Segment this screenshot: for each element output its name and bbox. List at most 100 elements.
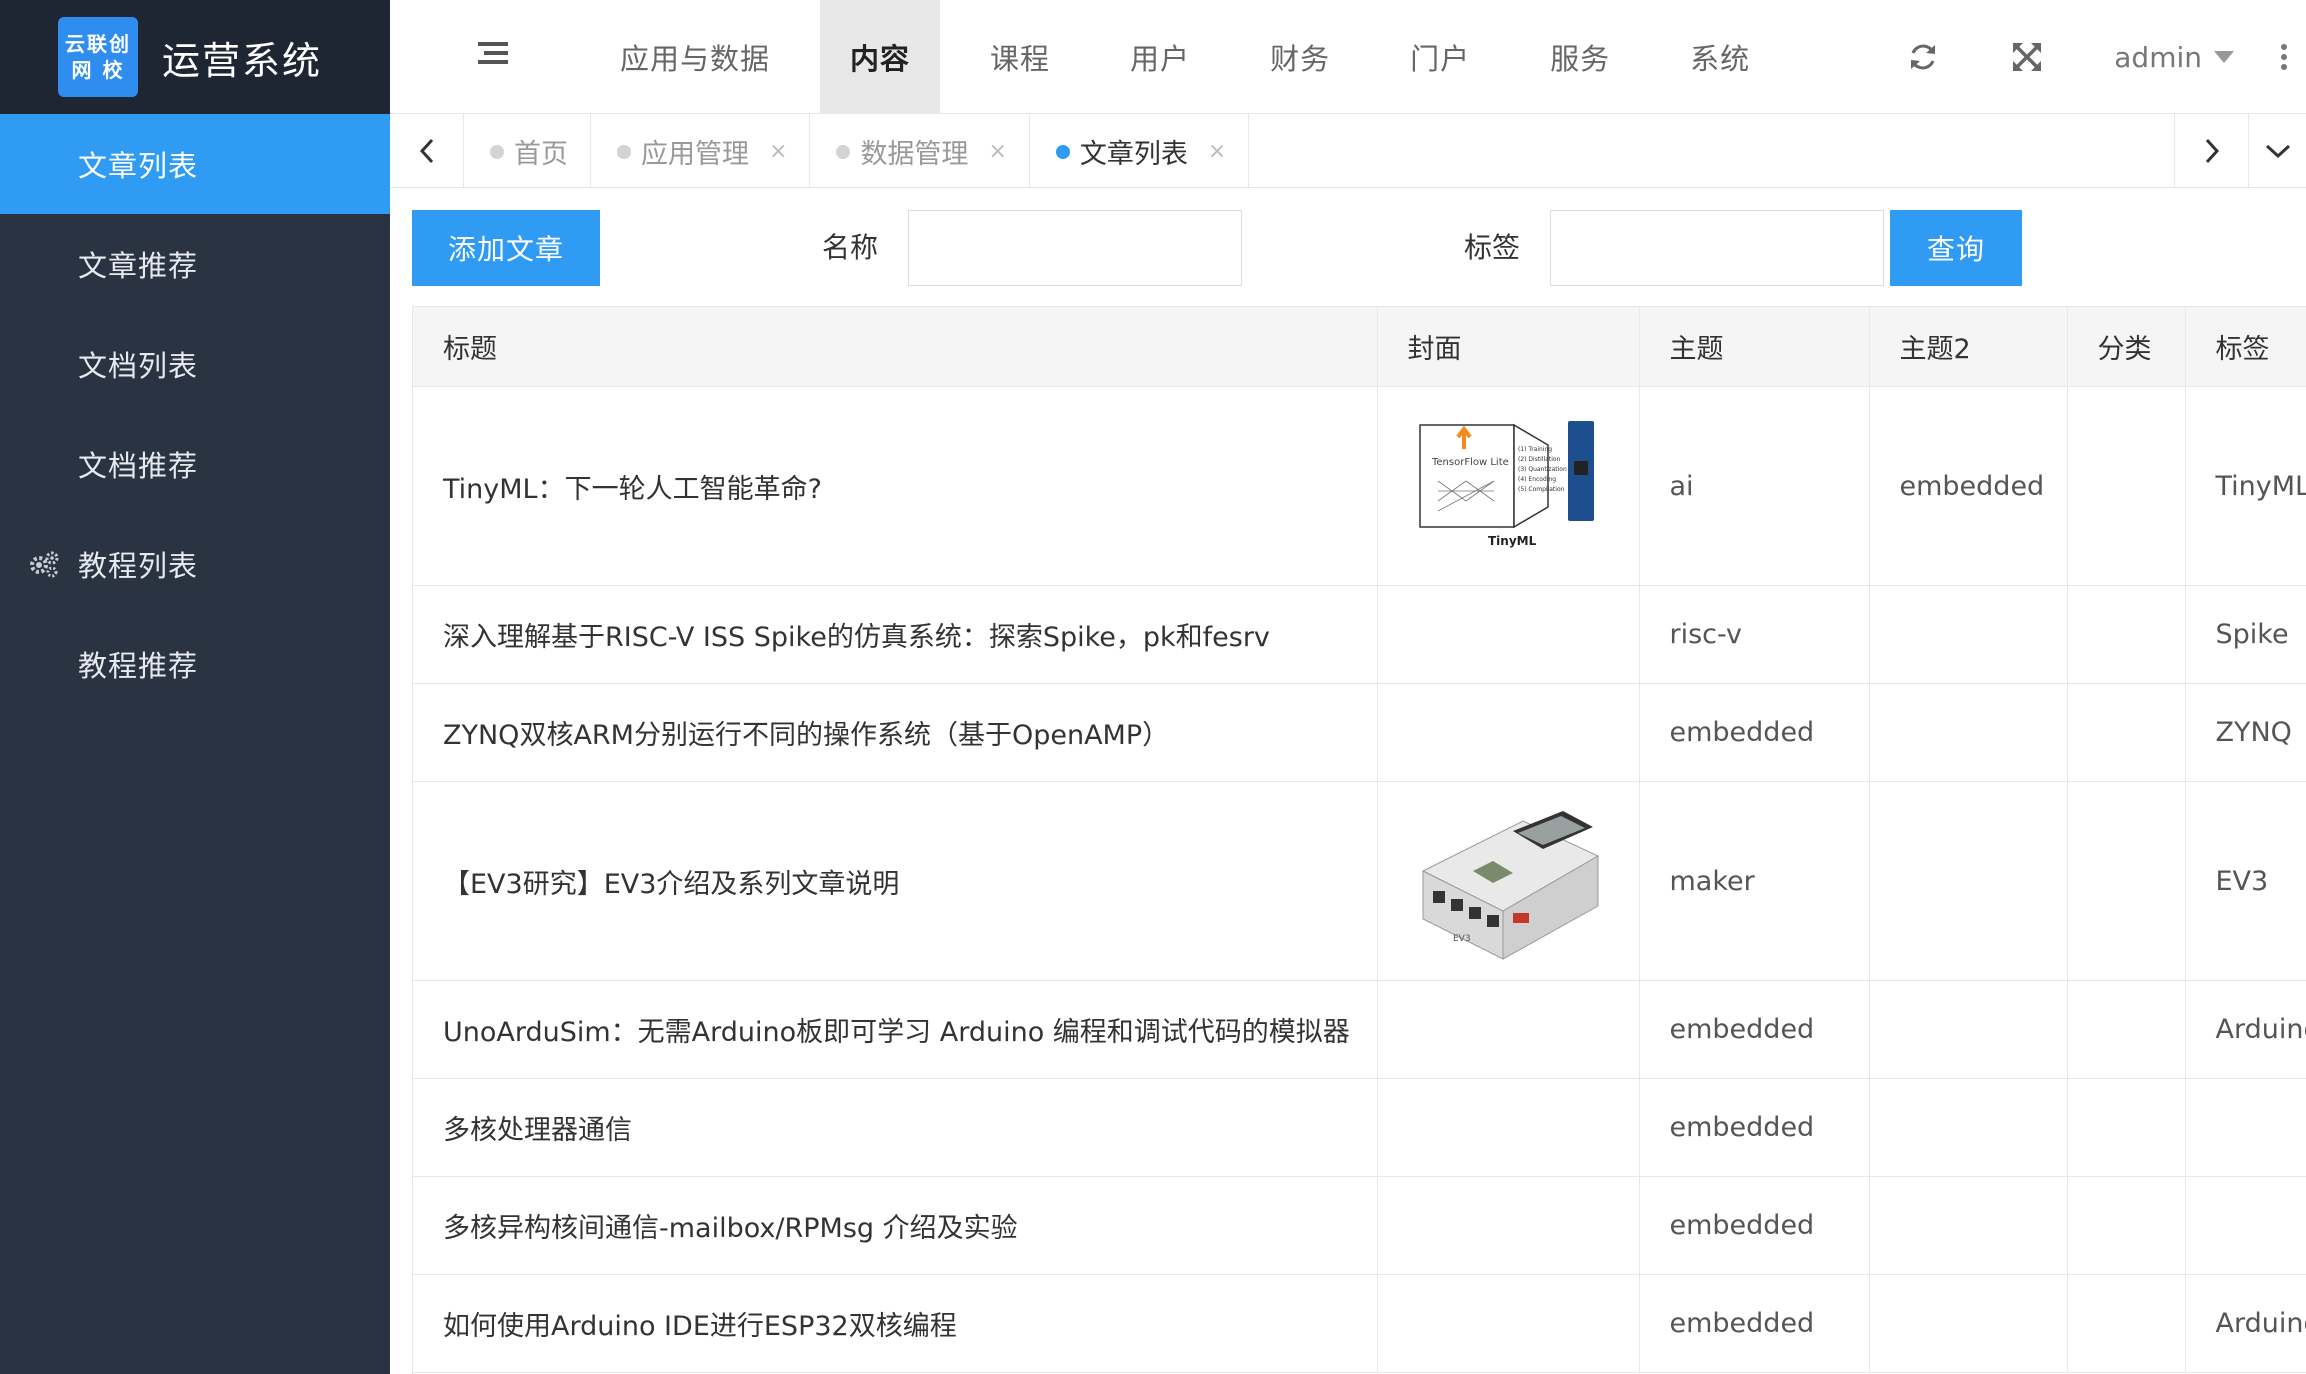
tab-list: 首页 应用管理 × 数据管理 × 文章列表 ×	[464, 114, 1250, 188]
user-menu[interactable]: admin	[2114, 41, 2234, 74]
column-header-topic2[interactable]: 主题2	[1869, 306, 2068, 387]
tab-more-menu[interactable]	[2248, 114, 2306, 188]
cell-tag: ZYNQ	[2185, 683, 2306, 782]
topnav-finance[interactable]: 财务	[1240, 0, 1360, 114]
more-vertical-icon[interactable]	[2280, 42, 2288, 72]
logo-line2: 网 校	[71, 58, 125, 82]
table-row[interactable]: ZYNQ双核ARM分别运行不同的操作系统（基于OpenAMP） embedded…	[413, 683, 2306, 782]
sidebar-item-doc-list[interactable]: 文档列表	[0, 314, 390, 414]
cell-cover	[1377, 980, 1640, 1079]
table-row[interactable]: 多核处理器通信 embedded	[413, 1078, 2306, 1177]
table-row[interactable]: UnoArduSim：无需Arduino板即可学习 Arduino 编程和调试代…	[413, 980, 2306, 1079]
top-header: 应用与数据 内容 课程 用户 财务 门户 服务 系统 admin	[390, 0, 2306, 114]
table-row[interactable]: 如何使用Arduino IDE进行ESP32双核编程 embedded Ardu…	[413, 1274, 2306, 1373]
tab-label: 首页	[514, 138, 568, 170]
topnav-user[interactable]: 用户	[1100, 0, 1220, 114]
cell-category	[2067, 1176, 2186, 1275]
cover-text-tensorflow: TensorFlow Lite	[1431, 457, 1509, 468]
add-article-button[interactable]: 添加文章	[412, 210, 600, 286]
sidebar-item-tutorial-list[interactable]: 教程列表	[0, 514, 390, 614]
cell-tag: Spike	[2185, 585, 2306, 684]
cell-cover: TensorFlow Lite (1) Training (2) Distill…	[1377, 386, 1640, 586]
tab-scroll-left[interactable]	[390, 114, 464, 188]
tab-close-icon[interactable]: ×	[1208, 139, 1226, 164]
cell-topic: maker	[1639, 781, 1870, 981]
menu-toggle-icon[interactable]	[478, 42, 508, 68]
cell-category	[2067, 683, 2186, 782]
article-table-container[interactable]: 标题 封面 主题 主题2 分类 标签 TinyML：下一轮人工智能革命? Ten…	[412, 306, 2306, 1374]
tab-app-management[interactable]: 应用管理 ×	[591, 114, 811, 188]
table-row[interactable]: 【EV3研究】EV3介绍及系列文章说明 EV3 maker EV3	[413, 781, 2306, 981]
cell-topic: embedded	[1639, 1078, 1870, 1177]
table-row[interactable]: 深入理解基于RISC-V ISS Spike的仿真系统：探索Spike，pk和f…	[413, 585, 2306, 684]
topnav-portal[interactable]: 门户	[1380, 0, 1500, 114]
topnav-app-data[interactable]: 应用与数据	[590, 0, 800, 114]
cell-cover	[1377, 1176, 1640, 1275]
name-input[interactable]	[908, 210, 1242, 286]
cell-tag: TinyML	[2185, 386, 2306, 586]
tab-article-list[interactable]: 文章列表 ×	[1030, 114, 1250, 188]
tag-label: 标签	[1464, 231, 1521, 264]
topnav-course[interactable]: 课程	[960, 0, 1080, 114]
sidebar-item-article-recommend[interactable]: 文章推荐	[0, 214, 390, 314]
cell-topic: embedded	[1639, 683, 1870, 782]
tab-label: 文章列表	[1079, 138, 1188, 170]
refresh-icon[interactable]	[1906, 40, 1940, 74]
cell-topic2	[1869, 1176, 2068, 1275]
cell-title[interactable]: 如何使用Arduino IDE进行ESP32双核编程	[413, 1274, 1378, 1373]
column-header-category[interactable]: 分类	[2067, 306, 2186, 387]
cell-cover	[1377, 683, 1640, 782]
cell-title[interactable]: 深入理解基于RISC-V ISS Spike的仿真系统：探索Spike，pk和f…	[413, 585, 1378, 684]
cell-tag	[2185, 1078, 2306, 1177]
tab-bar: 首页 应用管理 × 数据管理 × 文章列表 ×	[390, 114, 2306, 188]
sidebar-item-doc-recommend[interactable]: 文档推荐	[0, 414, 390, 514]
tab-close-icon[interactable]: ×	[769, 139, 787, 164]
cover-text-ev3: EV3	[1453, 934, 1471, 944]
tag-input[interactable]	[1550, 210, 1884, 286]
tab-status-dot	[1055, 145, 1070, 159]
cell-topic2	[1869, 585, 2068, 684]
topnav-content[interactable]: 内容	[820, 0, 941, 114]
cell-tag: Arduino	[2185, 980, 2306, 1079]
fullscreen-icon[interactable]	[2010, 40, 2044, 74]
sidebar-item-label: 文章推荐	[78, 249, 199, 283]
ev3-cover-image: EV3	[1421, 811, 1600, 960]
tab-status-dot	[490, 145, 504, 159]
cell-cover	[1377, 1078, 1640, 1177]
tab-home[interactable]: 首页	[464, 114, 591, 188]
query-button[interactable]: 查询	[1890, 210, 2022, 286]
tab-data-management[interactable]: 数据管理 ×	[810, 114, 1030, 188]
caret-down-icon	[2214, 51, 2234, 63]
cell-cover	[1377, 1274, 1640, 1373]
cover-text-step4: (4) Encoding	[1518, 476, 1556, 483]
cell-title[interactable]: TinyML：下一轮人工智能革命?	[413, 386, 1378, 586]
cell-title[interactable]: UnoArduSim：无需Arduino板即可学习 Arduino 编程和调试代…	[413, 980, 1378, 1079]
topnav-system[interactable]: 系统	[1660, 0, 1780, 114]
cell-category	[2067, 1274, 2186, 1373]
tab-close-icon[interactable]: ×	[988, 139, 1006, 164]
column-header-topic[interactable]: 主题	[1639, 306, 1870, 387]
topnav-service[interactable]: 服务	[1520, 0, 1640, 114]
cell-category	[2067, 980, 2186, 1079]
cell-title[interactable]: 多核处理器通信	[413, 1078, 1378, 1177]
chevron-right-icon	[2205, 138, 2219, 164]
tab-scroll-right[interactable]	[2174, 114, 2248, 188]
cell-title[interactable]: 多核异构核间通信-mailbox/RPMsg 介绍及实验	[413, 1176, 1378, 1275]
table-row[interactable]: 多核异构核间通信-mailbox/RPMsg 介绍及实验 embedded	[413, 1176, 2306, 1275]
tab-label: 数据管理	[860, 138, 969, 170]
tab-status-dot	[836, 145, 851, 159]
column-header-cover[interactable]: 封面	[1377, 306, 1640, 387]
cell-title[interactable]: ZYNQ双核ARM分别运行不同的操作系统（基于OpenAMP）	[413, 683, 1378, 782]
cell-topic2	[1869, 1078, 2068, 1177]
column-header-title[interactable]: 标题	[413, 306, 1378, 387]
cell-topic2	[1869, 781, 2068, 981]
cell-cover	[1377, 585, 1640, 684]
sidebar-item-label: 教程推荐	[78, 649, 199, 683]
sidebar-menu: 文章列表 文章推荐 文档列表 文档推荐 教程列表 教程推荐	[0, 114, 390, 714]
cell-title[interactable]: 【EV3研究】EV3介绍及系列文章说明	[413, 781, 1378, 981]
sidebar-item-tutorial-recommend[interactable]: 教程推荐	[0, 614, 390, 714]
column-header-tag[interactable]: 标签	[2185, 306, 2306, 387]
table-row[interactable]: TinyML：下一轮人工智能革命? TensorFlow Lite (1) Tr…	[413, 386, 2306, 586]
chevron-left-icon	[419, 138, 433, 164]
sidebar-item-article-list[interactable]: 文章列表	[0, 114, 390, 214]
